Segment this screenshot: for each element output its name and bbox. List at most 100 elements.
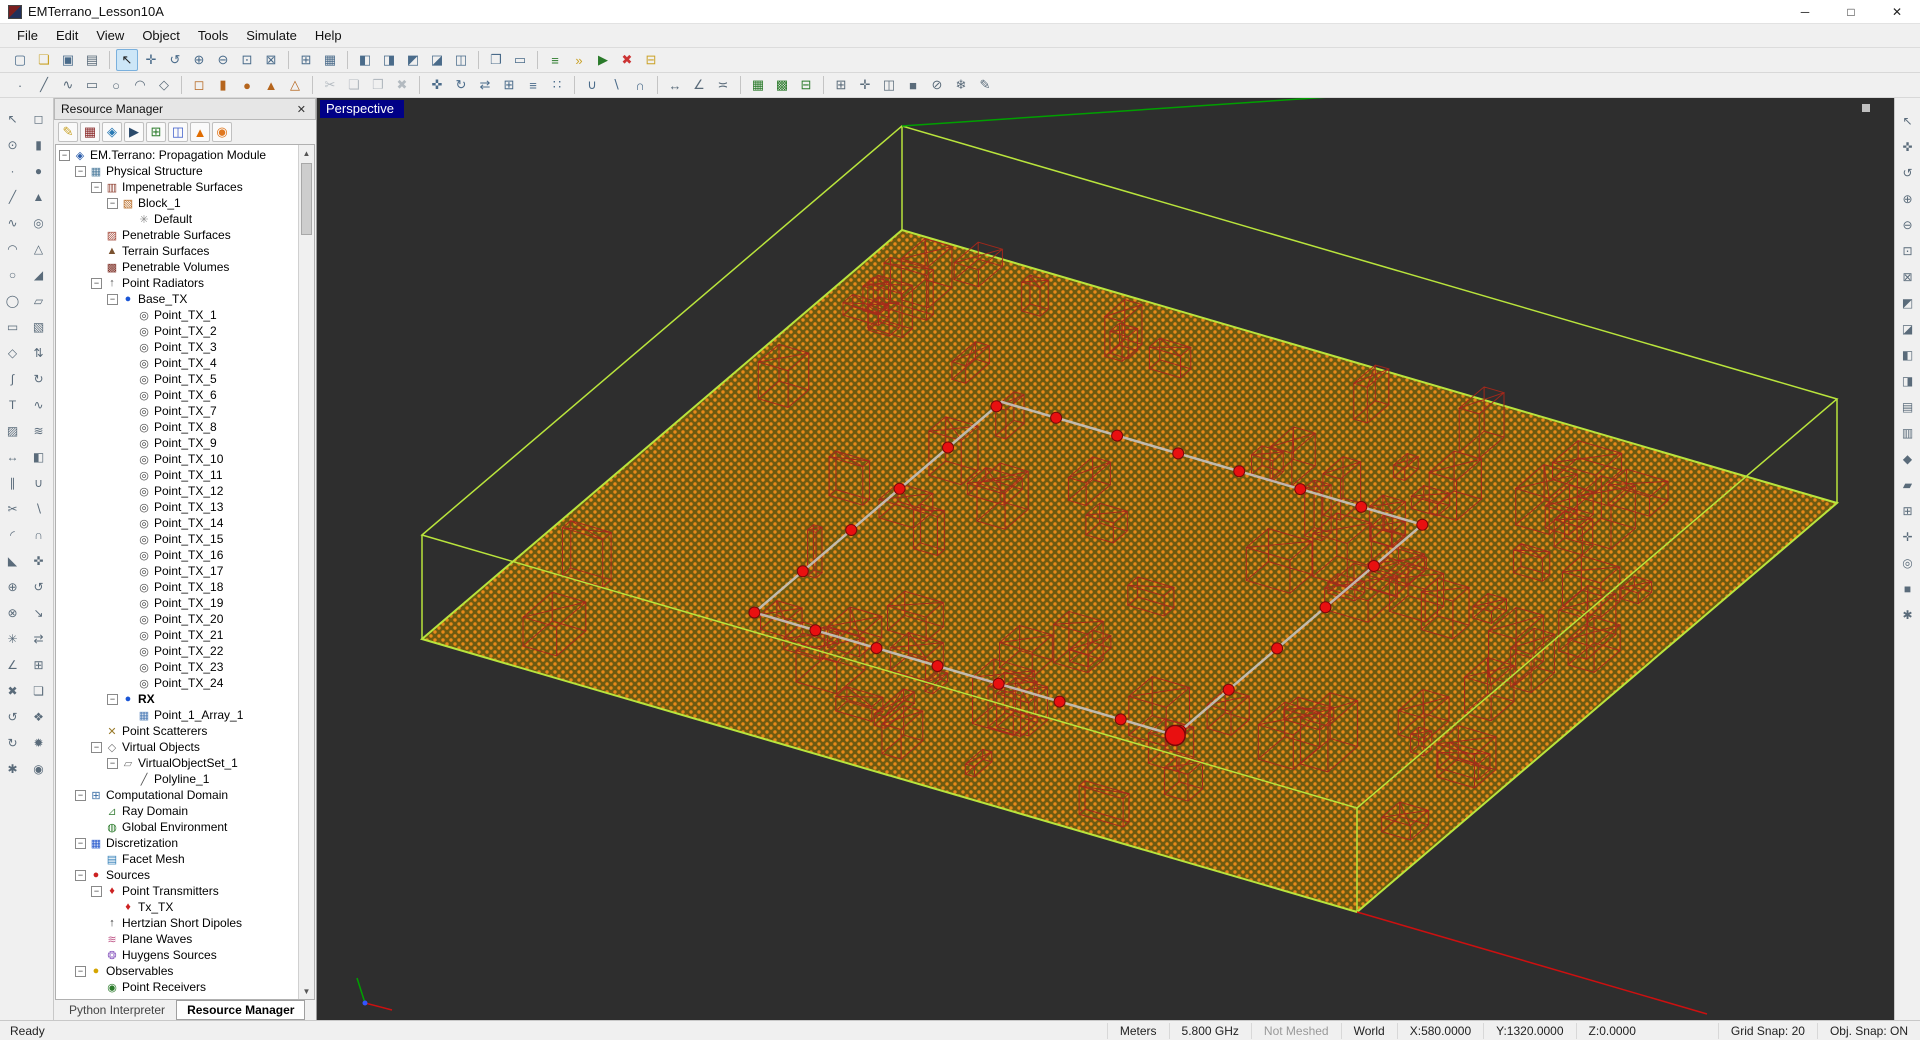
- wedge-primitive-icon[interactable]: ◢: [28, 263, 50, 287]
- tree-item-point-tx-18[interactable]: ◎Point_TX_18: [56, 579, 298, 595]
- tree-item-polyline-1[interactable]: ╱Polyline_1: [56, 771, 298, 787]
- view-bottom-btn-icon[interactable]: ◪: [1898, 318, 1918, 340]
- view-back-btn-icon[interactable]: ▥: [1898, 422, 1918, 444]
- save-file-icon[interactable]: ▣: [57, 49, 79, 71]
- tx-point-marker[interactable]: [1320, 602, 1331, 613]
- align-icon[interactable]: ≡: [522, 74, 544, 96]
- tree-item-point-tx-14[interactable]: ◎Point_TX_14: [56, 515, 298, 531]
- menu-view[interactable]: View: [87, 25, 133, 46]
- move-3d-icon[interactable]: ✜: [28, 549, 50, 573]
- draw-arc-icon[interactable]: ◠: [129, 74, 151, 96]
- join-tool-icon[interactable]: ⊕: [2, 575, 24, 599]
- tree-item-huygens-sources[interactable]: ❂Huygens Sources: [56, 947, 298, 963]
- tree-item-block-1[interactable]: −▧Block_1: [56, 195, 298, 211]
- tx-point-marker[interactable]: [1417, 519, 1428, 530]
- intersect-icon[interactable]: ∩: [28, 523, 50, 547]
- render-toggle-icon[interactable]: ■: [1898, 578, 1918, 600]
- zoom-extents-icon[interactable]: ⊠: [260, 49, 282, 71]
- tree-item-ray-domain[interactable]: ⊿Ray Domain: [56, 803, 298, 819]
- camera-icon[interactable]: ◉: [28, 757, 50, 781]
- union-icon[interactable]: ∪: [28, 471, 50, 495]
- fillet-tool-icon[interactable]: ◜: [2, 523, 24, 547]
- measure-tool-icon[interactable]: ∠: [2, 653, 24, 677]
- zoom-tool-icon[interactable]: ⊙: [2, 133, 24, 157]
- revolve-icon[interactable]: ↻: [28, 367, 50, 391]
- tree-item-point-tx-8[interactable]: ◎Point_TX_8: [56, 419, 298, 435]
- pyramid-primitive-icon[interactable]: △: [28, 237, 50, 261]
- tx-point-marker[interactable]: [1234, 466, 1245, 477]
- view-front-btn-icon[interactable]: ▤: [1898, 396, 1918, 418]
- mirror-3d-icon[interactable]: ⇄: [28, 627, 50, 651]
- chamfer-tool-icon[interactable]: ◣: [2, 549, 24, 573]
- cut-icon[interactable]: ✂: [319, 74, 341, 96]
- tree-item-point-tx-4[interactable]: ◎Point_TX_4: [56, 355, 298, 371]
- zoom-in-icon[interactable]: ⊕: [188, 49, 210, 71]
- create-pyramid-icon[interactable]: △: [284, 74, 306, 96]
- scale-3d-icon[interactable]: ↘: [28, 601, 50, 625]
- loft-icon[interactable]: ≋: [28, 419, 50, 443]
- script-tab-icon[interactable]: ✎: [58, 122, 78, 142]
- delete-icon[interactable]: ✖: [391, 74, 413, 96]
- view-iso-btn-icon[interactable]: ◆: [1898, 448, 1918, 470]
- tx-point-marker[interactable]: [871, 643, 882, 654]
- mesh-refine-icon[interactable]: ▩: [771, 74, 793, 96]
- box-primitive-icon[interactable]: ◻: [28, 107, 50, 131]
- tree-item-point-tx-22[interactable]: ◎Point_TX_22: [56, 643, 298, 659]
- tree-item-physical-structure[interactable]: −▦Physical Structure: [56, 163, 298, 179]
- mesh-generate-icon[interactable]: ▦: [747, 74, 769, 96]
- array-tool-icon[interactable]: ⊞: [498, 74, 520, 96]
- erase-tool-icon[interactable]: ✖: [2, 679, 24, 703]
- viewport-splitter-handle[interactable]: [1862, 104, 1870, 112]
- tx-point-marker[interactable]: [993, 678, 1004, 689]
- tree-item-point-transmitters[interactable]: −♦Point Transmitters: [56, 883, 298, 899]
- view-zoom-out-icon[interactable]: ⊖: [1898, 214, 1918, 236]
- table-view-icon[interactable]: ▦: [319, 49, 341, 71]
- expand-toggle-icon[interactable]: −: [75, 870, 86, 881]
- open-file-icon[interactable]: ❏: [33, 49, 55, 71]
- orbit-icon[interactable]: ↺: [164, 49, 186, 71]
- tool-settings-icon[interactable]: ✱: [2, 757, 24, 781]
- expand-toggle-icon[interactable]: −: [91, 886, 102, 897]
- tree-item-point-tx-10[interactable]: ◎Point_TX_10: [56, 451, 298, 467]
- trim-tool-icon[interactable]: ✂: [2, 497, 24, 521]
- view-cursor-icon[interactable]: ↖: [1898, 110, 1918, 132]
- tx-point-marker[interactable]: [1223, 684, 1234, 695]
- create-cone-icon[interactable]: ▲: [260, 74, 282, 96]
- tree-item-point-tx-3[interactable]: ◎Point_TX_3: [56, 339, 298, 355]
- tx-point-marker[interactable]: [1054, 696, 1065, 707]
- tree-item-terrain-surfaces[interactable]: ▲Terrain Surfaces: [56, 243, 298, 259]
- tree-item-point-tx-2[interactable]: ◎Point_TX_2: [56, 323, 298, 339]
- circle-tool-icon[interactable]: ○: [2, 263, 24, 287]
- polyline-tool-icon[interactable]: ∿: [2, 211, 24, 235]
- offset-tool-icon[interactable]: ∥: [2, 471, 24, 495]
- distribute-icon[interactable]: ∷: [546, 74, 568, 96]
- boolean-subtract-icon[interactable]: ∖: [605, 74, 627, 96]
- view-settings-icon[interactable]: ✱: [1898, 604, 1918, 626]
- tx-point-marker[interactable]: [1112, 430, 1123, 441]
- view-zoom-extents-icon[interactable]: ⊠: [1898, 266, 1918, 288]
- draw-polygon-icon[interactable]: ◇: [153, 74, 175, 96]
- ruler-icon[interactable]: ≍: [712, 74, 734, 96]
- mesh-settings-icon[interactable]: ⊟: [795, 74, 817, 96]
- tree-item-computational-domain[interactable]: −⊞Computational Domain: [56, 787, 298, 803]
- expand-toggle-icon[interactable]: −: [107, 198, 118, 209]
- pan-icon[interactable]: ✛: [140, 49, 162, 71]
- tx-point-marker[interactable]: [1368, 561, 1379, 572]
- show-axes-icon[interactable]: ✛: [854, 74, 876, 96]
- draw-rect-icon[interactable]: ▭: [81, 74, 103, 96]
- panel-close-button[interactable]: ✕: [294, 103, 309, 116]
- material-icon[interactable]: ❖: [28, 705, 50, 729]
- minimize-button[interactable]: ─: [1782, 0, 1828, 23]
- tree-item-discretization[interactable]: −▦Discretization: [56, 835, 298, 851]
- boolean-intersect-icon[interactable]: ∩: [629, 74, 651, 96]
- redo-icon[interactable]: ↻: [2, 731, 24, 755]
- export-data-icon[interactable]: ⊟: [640, 49, 662, 71]
- tree-item-penetrable-volumes[interactable]: ▩Penetrable Volumes: [56, 259, 298, 275]
- show-grid-icon[interactable]: ⊞: [830, 74, 852, 96]
- tree-item-em-terrano-propagation-module[interactable]: −◈EM.Terrano: Propagation Module: [56, 147, 298, 163]
- create-box-icon[interactable]: ◻: [188, 74, 210, 96]
- tx-point-marker[interactable]: [1295, 484, 1306, 495]
- tree-item-point-tx-24[interactable]: ◎Point_TX_24: [56, 675, 298, 691]
- help-tab-icon[interactable]: ◉: [212, 122, 232, 142]
- tree-item-virtualobjectset-1[interactable]: −▱VirtualObjectSet_1: [56, 755, 298, 771]
